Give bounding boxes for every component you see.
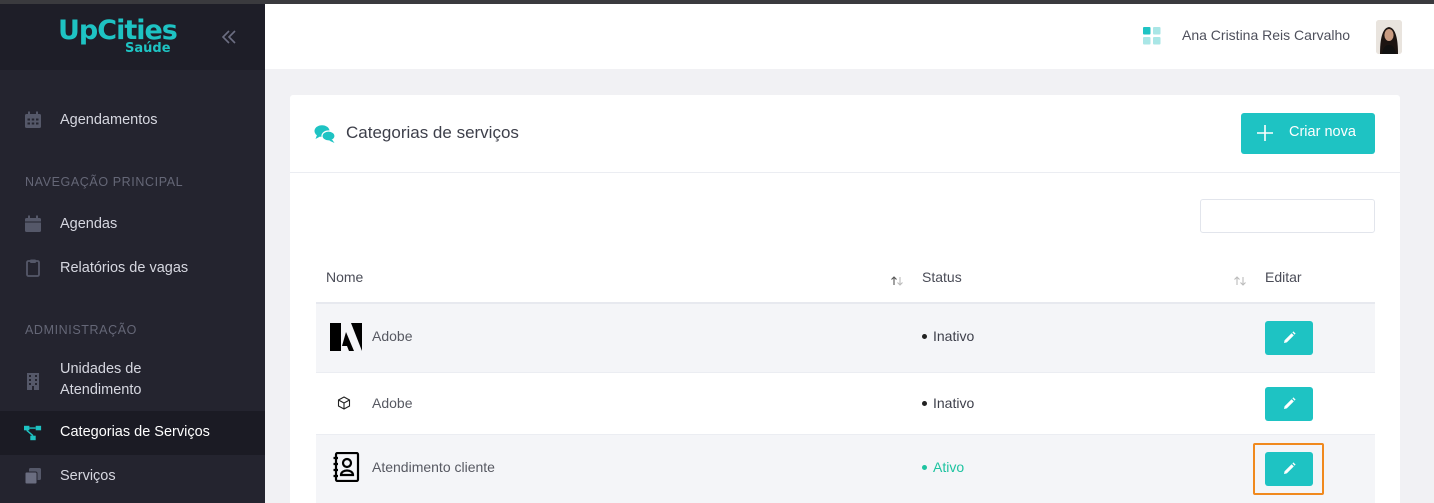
status-dot bbox=[922, 464, 927, 470]
pencil-icon bbox=[1284, 331, 1296, 343]
status-dot bbox=[922, 400, 927, 406]
collapse-sidebar-button[interactable] bbox=[218, 26, 240, 48]
status-text: Inativo bbox=[933, 395, 975, 411]
create-new-button[interactable]: Criar nova bbox=[1241, 113, 1375, 154]
sidebar-item-label: Serviços bbox=[60, 468, 116, 484]
category-name: Adobe bbox=[372, 328, 413, 344]
edit-button[interactable] bbox=[1265, 321, 1313, 355]
logo-subtext: Saúde bbox=[125, 41, 171, 56]
comments-icon bbox=[314, 124, 336, 144]
status-badge: Inativo bbox=[922, 395, 974, 411]
section-title-nav: NAVEGAÇÃO PRINCIPAL bbox=[25, 175, 184, 189]
table-row: Adobe Inativo bbox=[316, 304, 1375, 372]
category-name: Adobe bbox=[372, 395, 413, 411]
column-header-editar: Editar bbox=[1265, 269, 1302, 285]
building-icon bbox=[24, 372, 42, 390]
edit-button[interactable] bbox=[1265, 387, 1313, 421]
status-badge: Ativo bbox=[922, 459, 964, 475]
contact-book-icon bbox=[330, 451, 362, 483]
table-row: Adobe Inativo bbox=[316, 373, 1375, 434]
create-new-label: Criar nova bbox=[1289, 124, 1356, 140]
sidebar-item-agendamentos[interactable]: Agendamentos bbox=[0, 110, 265, 132]
column-header-status[interactable]: Status bbox=[922, 269, 962, 285]
pencil-icon bbox=[1284, 397, 1296, 409]
sidebar-item-servicos[interactable]: Serviços bbox=[0, 466, 265, 488]
table-row: Atendimento cliente Ativo bbox=[316, 435, 1375, 503]
focus-highlight bbox=[1253, 443, 1324, 495]
sidebar-item-agendas[interactable]: Agendas bbox=[0, 214, 265, 236]
sort-arrows-icon[interactable] bbox=[1233, 272, 1247, 286]
clipboard-icon bbox=[24, 259, 42, 277]
column-header-nome[interactable]: Nome bbox=[326, 269, 363, 285]
page-title: Categorias de serviços bbox=[346, 123, 519, 142]
status-dot bbox=[922, 333, 927, 339]
calendar-filled-icon bbox=[24, 215, 42, 233]
user-name[interactable]: Ana Cristina Reis Carvalho bbox=[1182, 27, 1350, 43]
status-text: Ativo bbox=[933, 459, 965, 475]
status-badge: Inativo bbox=[922, 328, 974, 344]
plus-icon bbox=[1257, 125, 1273, 141]
sidebar-item-categorias[interactable]: Categorias de Serviços bbox=[0, 411, 265, 455]
category-name: Atendimento cliente bbox=[372, 459, 495, 475]
sidebar: UpCities Saúde Agendamentos NAVEGAÇÃO PR… bbox=[0, 4, 265, 503]
adobe-logo-icon bbox=[330, 322, 362, 352]
section-title-admin: ADMINISTRAÇÃO bbox=[25, 323, 137, 337]
sort-arrows-icon[interactable] bbox=[890, 272, 904, 286]
card-header: Categorias de serviços Criar nova bbox=[290, 95, 1400, 173]
apps-grid-icon[interactable] bbox=[1143, 27, 1161, 45]
logo[interactable]: UpCities Saúde bbox=[58, 16, 178, 60]
double-chevron-left-icon bbox=[221, 30, 236, 44]
cube-icon bbox=[330, 395, 358, 411]
sidebar-item-label: Categorias de Serviços bbox=[60, 424, 210, 440]
top-header: Ana Cristina Reis Carvalho bbox=[265, 4, 1434, 69]
sidebar-item-label: Agendas bbox=[60, 216, 118, 232]
brand-area: UpCities Saúde bbox=[0, 4, 265, 70]
search-input[interactable] bbox=[1200, 199, 1375, 233]
calendar-icon bbox=[24, 111, 42, 129]
window-top-border bbox=[0, 0, 1434, 4]
categories-card: Categorias de serviços Criar nova Nome S… bbox=[290, 95, 1400, 503]
sitemap-icon bbox=[24, 424, 42, 442]
sidebar-item-unidades[interactable]: Unidades de Atendimento bbox=[0, 359, 265, 403]
clone-icon bbox=[24, 467, 42, 485]
sidebar-item-label: Relatórios de vagas bbox=[60, 260, 189, 276]
avatar[interactable] bbox=[1376, 20, 1402, 54]
sidebar-item-label: Agendamentos bbox=[60, 112, 158, 128]
status-text: Inativo bbox=[933, 328, 975, 344]
sidebar-item-label: Unidades de Atendimento bbox=[60, 361, 142, 398]
sidebar-item-relatorios[interactable]: Relatórios de vagas bbox=[0, 258, 265, 280]
